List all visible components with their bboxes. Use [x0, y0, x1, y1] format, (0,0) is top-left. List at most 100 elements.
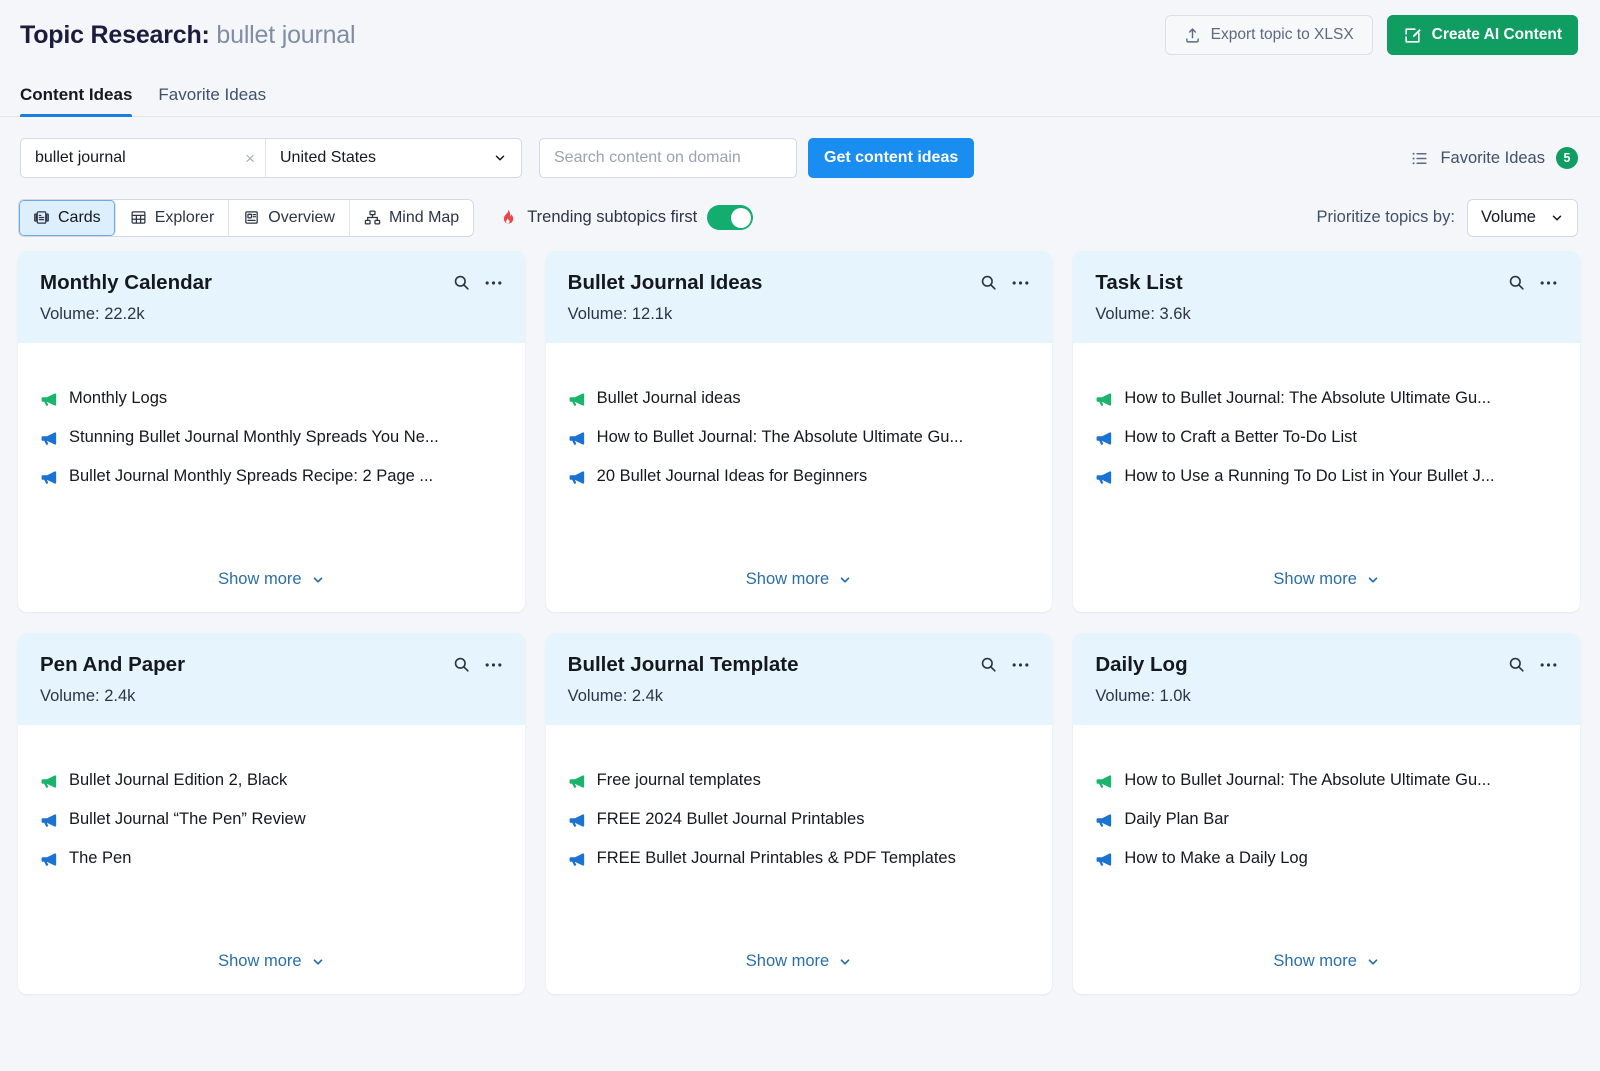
topic-card-3: Task List Volume: 3.6k How to Bull [1073, 251, 1580, 612]
content-idea-label: The Pen [69, 849, 131, 869]
list-icon [1410, 149, 1429, 168]
more-options-icon[interactable] [1539, 279, 1558, 287]
view-mode-overview[interactable]: Overview [229, 200, 350, 236]
tab-favorite-ideas[interactable]: Favorite Ideas [158, 85, 266, 116]
country-select[interactable]: United States [266, 139, 521, 177]
megaphone-icon [1095, 850, 1114, 869]
content-idea-item[interactable]: Bullet Journal Monthly Spreads Recipe: 2… [40, 467, 503, 487]
top-bar: Topic Research: bullet journal Export to… [0, 0, 1600, 70]
search-icon[interactable] [1507, 273, 1526, 292]
content-idea-item[interactable]: The Pen [40, 849, 503, 869]
keyword-input[interactable] [35, 149, 239, 167]
trending-subtopics-label: Trending subtopics first [527, 208, 697, 227]
more-options-icon[interactable] [1011, 661, 1030, 669]
tab-content-ideas[interactable]: Content Ideas [20, 85, 132, 116]
content-idea-item[interactable]: How to Craft a Better To-Do List [1095, 428, 1558, 448]
topic-card-body: Free journal templates FREE 2024 Bullet J… [546, 725, 1053, 994]
more-options-icon[interactable] [484, 661, 503, 669]
content-idea-item[interactable]: How to Bullet Journal: The Absolute Ulti… [1095, 771, 1558, 791]
content-idea-item[interactable]: How to Bullet Journal: The Absolute Ulti… [1095, 389, 1558, 409]
show-more-button[interactable]: Show more [568, 570, 1031, 589]
show-more-button[interactable]: Show more [40, 952, 503, 971]
content-idea-label: How to Craft a Better To-Do List [1124, 428, 1357, 448]
topic-card-body: Bullet Journal Edition 2, Black Bullet Jo… [18, 725, 525, 994]
trending-subtopics-toggle[interactable] [707, 205, 753, 230]
search-icon[interactable] [452, 655, 471, 674]
megaphone-icon [1095, 811, 1114, 830]
clear-keyword-icon[interactable]: × [239, 150, 255, 167]
mindmap-icon [364, 209, 381, 226]
topic-card-header: Daily Log Volume: 1.0k [1073, 633, 1580, 725]
search-icon[interactable] [979, 273, 998, 292]
chevron-down-icon [311, 573, 325, 587]
more-options-icon[interactable] [484, 279, 503, 287]
content-idea-item[interactable]: 20 Bullet Journal Ideas for Beginners [568, 467, 1031, 487]
content-idea-item[interactable]: Bullet Journal Edition 2, Black [40, 771, 503, 791]
topic-card-5: Bullet Journal Template Volume: 2.4k [546, 633, 1053, 994]
view-mode-cards-label: Cards [58, 209, 101, 227]
show-more-button[interactable]: Show more [568, 952, 1031, 971]
content-idea-item[interactable]: FREE Bullet Journal Printables & PDF Tem… [568, 849, 1031, 869]
topic-card-volume: Volume: 2.4k [568, 687, 1031, 706]
domain-search-field-wrap [539, 138, 797, 178]
show-more-button[interactable]: Show more [1095, 570, 1558, 589]
megaphone-icon [1095, 429, 1114, 448]
view-mode-mind-map[interactable]: Mind Map [350, 200, 473, 236]
content-idea-item[interactable]: FREE 2024 Bullet Journal Printables [568, 810, 1031, 830]
more-options-icon[interactable] [1539, 661, 1558, 669]
content-idea-label: Bullet Journal Edition 2, Black [69, 771, 287, 791]
content-idea-item[interactable]: How to Make a Daily Log [1095, 849, 1558, 869]
megaphone-icon [40, 850, 59, 869]
prioritize-select[interactable]: Volume [1467, 199, 1578, 237]
cards-icon [33, 209, 50, 226]
more-options-icon[interactable] [1011, 279, 1030, 287]
page-title-prefix: Topic Research: [20, 21, 210, 49]
get-content-ideas-button[interactable]: Get content ideas [808, 138, 974, 178]
topic-card-body: How to Bullet Journal: The Absolute Ulti… [1073, 725, 1580, 994]
chevron-down-icon [838, 573, 852, 587]
search-icon[interactable] [452, 273, 471, 292]
topic-card-6: Daily Log Volume: 1.0k How to Bull [1073, 633, 1580, 994]
search-icon[interactable] [1507, 655, 1526, 674]
view-controls-row: Cards Explorer Overview [0, 179, 1600, 239]
favorite-ideas-link[interactable]: Favorite Ideas 5 [1410, 147, 1578, 169]
domain-search-input[interactable] [554, 149, 782, 167]
topic-card-header: Bullet Journal Ideas Volume: 12.1k [546, 251, 1053, 343]
megaphone-icon [1095, 390, 1114, 409]
content-idea-label: 20 Bullet Journal Ideas for Beginners [597, 467, 868, 487]
page-title-keyword: bullet journal [216, 21, 355, 49]
megaphone-icon [40, 811, 59, 830]
export-topic-button[interactable]: Export topic to XLSX [1165, 15, 1373, 55]
megaphone-icon [1095, 468, 1114, 487]
content-idea-item[interactable]: Bullet Journal “The Pen” Review [40, 810, 503, 830]
show-more-button[interactable]: Show more [1095, 952, 1558, 971]
topic-card-header: Monthly Calendar Volume: 22.2k [18, 251, 525, 343]
create-ai-content-button[interactable]: Create AI Content [1387, 15, 1578, 55]
content-idea-item[interactable]: How to Use a Running To Do List in Your … [1095, 467, 1558, 487]
megaphone-icon [40, 772, 59, 791]
view-mode-explorer[interactable]: Explorer [116, 200, 230, 236]
topic-card-volume: Volume: 12.1k [568, 305, 1031, 324]
show-more-button[interactable]: Show more [40, 570, 503, 589]
megaphone-icon [1095, 772, 1114, 791]
chevron-down-icon [838, 955, 852, 969]
keyword-field-wrap: × [21, 139, 266, 177]
topic-card-body: Bullet Journal ideas How to Bullet Journa… [546, 343, 1053, 612]
content-idea-label: How to Use a Running To Do List in Your … [1124, 467, 1494, 487]
search-icon[interactable] [979, 655, 998, 674]
content-idea-label: Bullet Journal Monthly Spreads Recipe: 2… [69, 467, 433, 487]
content-idea-item[interactable]: How to Bullet Journal: The Absolute Ulti… [568, 428, 1031, 448]
content-idea-item[interactable]: Monthly Logs [40, 389, 503, 409]
content-idea-item[interactable]: Stunning Bullet Journal Monthly Spreads … [40, 428, 503, 448]
megaphone-icon [568, 390, 587, 409]
content-idea-item[interactable]: Daily Plan Bar [1095, 810, 1558, 830]
content-idea-item[interactable]: Bullet Journal ideas [568, 389, 1031, 409]
show-more-label: Show more [1273, 952, 1356, 971]
content-idea-item[interactable]: Free journal templates [568, 771, 1031, 791]
content-idea-label: Free journal templates [597, 771, 761, 791]
content-idea-label: How to Make a Daily Log [1124, 849, 1307, 869]
topic-card-title: Pen And Paper [40, 653, 442, 677]
chevron-down-icon [493, 151, 507, 165]
view-mode-cards[interactable]: Cards [19, 200, 116, 236]
prioritize-label: Prioritize topics by: [1316, 208, 1454, 227]
